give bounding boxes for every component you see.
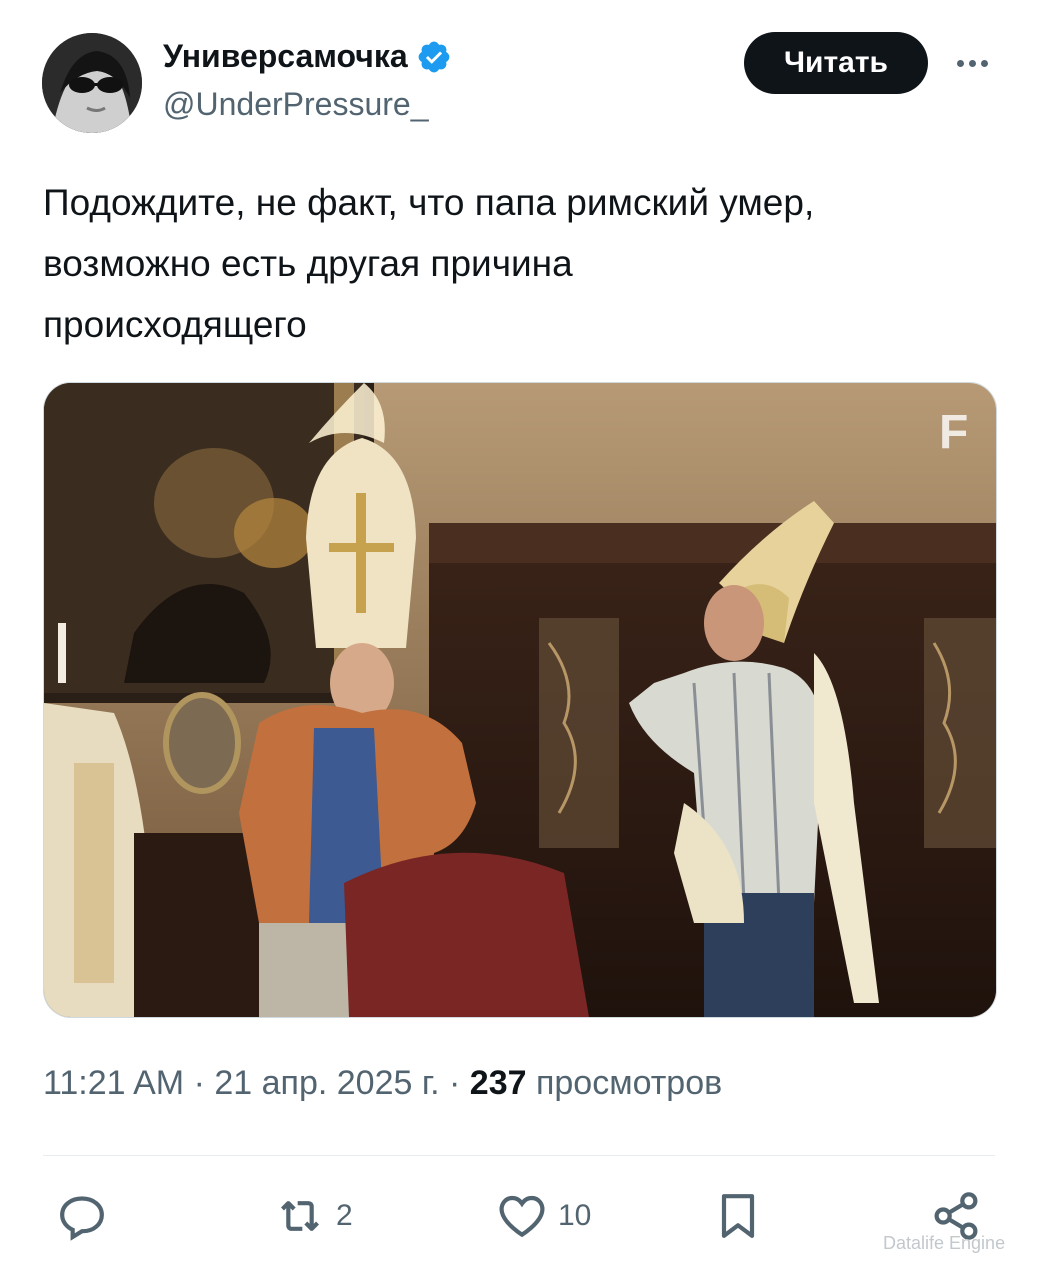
tweet-date[interactable]: 21 апр. 2025 г. — [214, 1064, 439, 1102]
heart-icon — [499, 1195, 545, 1238]
avatar-image — [42, 33, 142, 133]
retweet-count: 2 — [336, 1199, 353, 1232]
divider — [43, 1155, 995, 1156]
verified-badge-icon — [416, 39, 452, 75]
author-display-name[interactable]: Универсамочка — [163, 38, 408, 75]
tweet-text: Подождите, не факт, что папа римский уме… — [43, 172, 1003, 355]
media-badge: F — [939, 406, 968, 459]
photo-illustration: F — [44, 383, 996, 1017]
like-button[interactable]: 10 — [494, 1186, 591, 1246]
tweet-text-line: происходящего — [43, 304, 307, 345]
views-label: просмотров — [535, 1064, 723, 1102]
reply-icon — [60, 1196, 104, 1241]
tweet-media-photo[interactable]: F — [43, 382, 997, 1018]
follow-button[interactable]: Читать — [744, 32, 928, 94]
retweet-button[interactable]: 2 — [272, 1186, 353, 1246]
bookmark-button[interactable] — [710, 1186, 766, 1246]
tweet-text-line: возможно есть другая причина — [43, 243, 573, 284]
avatar[interactable] — [42, 33, 142, 133]
tweet-meta: 11:21 AM · 21 апр. 2025 г. · 237 просмот… — [43, 1064, 722, 1103]
reply-button[interactable] — [54, 1186, 110, 1246]
views-count: 237 — [469, 1064, 527, 1102]
meta-separator: · — [449, 1064, 461, 1102]
author-handle[interactable]: @UnderPressure_ — [163, 86, 428, 123]
like-count: 10 — [558, 1199, 592, 1232]
watermark: Datalife Engine — [883, 1233, 1006, 1253]
retweet-icon — [281, 1201, 319, 1231]
meta-separator: · — [193, 1064, 205, 1102]
tweet-text-line: Подождите, не факт, что папа римский уме… — [43, 182, 815, 223]
author-name-row[interactable]: Универсамочка — [163, 38, 452, 75]
more-dots-icon[interactable] — [950, 46, 994, 80]
tweet-time[interactable]: 11:21 AM — [43, 1064, 184, 1102]
bookmark-icon — [721, 1194, 755, 1238]
